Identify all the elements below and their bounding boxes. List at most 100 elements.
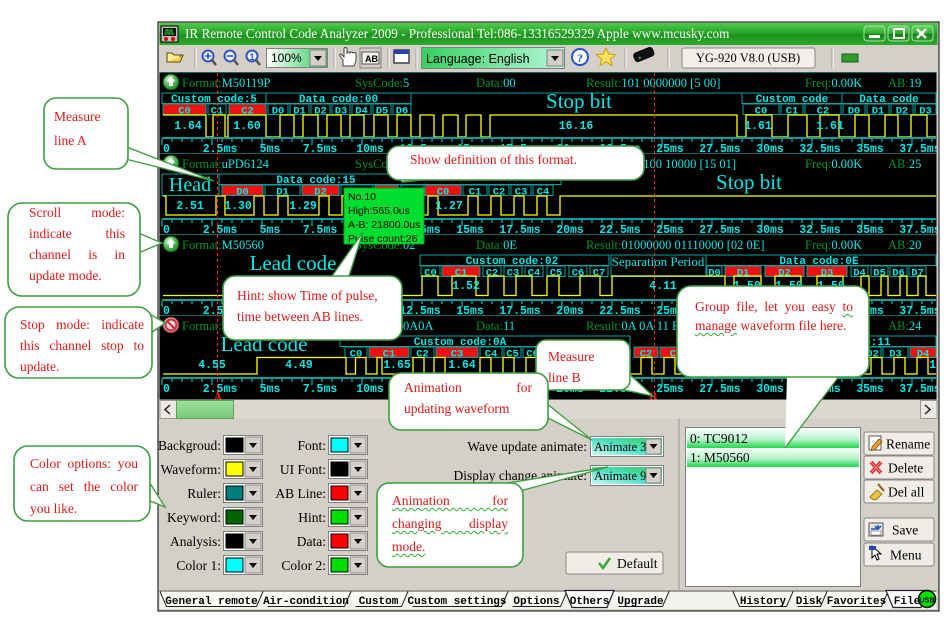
svg-text:30ms: 30ms <box>756 143 784 156</box>
svg-text:D5: D5 <box>873 268 886 280</box>
svg-text:Freq:0.00K: Freq:0.00K <box>805 238 862 252</box>
svg-text:C0: C0 <box>424 268 437 280</box>
svg-text:Format:M50560: Format:M50560 <box>182 238 264 252</box>
svg-text:Separation Period: Separation Period <box>612 254 705 269</box>
svg-text:Custom settings: Custom settings <box>407 596 506 608</box>
svg-text:1: M50560: 1: M50560 <box>690 450 750 465</box>
svg-text:AB:20: AB:20 <box>888 238 921 252</box>
svg-text:C0: C0 <box>755 106 768 118</box>
svg-text:Hint:: Hint: <box>298 510 326 525</box>
svg-text:Backgroud:: Backgroud: <box>158 438 221 453</box>
svg-text:Data:00: Data:00 <box>476 76 516 90</box>
svg-text:D5: D5 <box>376 106 389 118</box>
svg-text:10ms: 10ms <box>356 383 384 396</box>
svg-text:C2: C2 <box>416 349 429 361</box>
svg-text:C7: C7 <box>593 268 606 280</box>
svg-text:D6: D6 <box>892 268 905 280</box>
svg-text:5ms: 5ms <box>260 383 281 396</box>
svg-text:C2: C2 <box>241 106 254 118</box>
svg-text:15ms: 15ms <box>456 305 484 318</box>
svg-text:Waveform:: Waveform: <box>161 462 221 477</box>
svg-text:D1: D1 <box>872 106 885 118</box>
svg-text:C5: C5 <box>506 349 519 361</box>
svg-text:1.30: 1.30 <box>224 200 252 213</box>
svg-text:20ms: 20ms <box>556 305 584 318</box>
svg-text:Data:11: Data:11 <box>476 319 515 333</box>
svg-text:1.52: 1.52 <box>452 280 480 293</box>
svg-text:Delete: Delete <box>888 461 923 476</box>
svg-text:37.5ms: 37.5ms <box>899 383 941 396</box>
svg-text:0: TC9012: 0: TC9012 <box>690 431 748 446</box>
svg-text:D0: D0 <box>708 268 721 280</box>
svg-text:C3: C3 <box>515 187 528 199</box>
svg-text:C3: C3 <box>507 268 520 280</box>
svg-text:0: 0 <box>163 305 170 318</box>
svg-text:USB: USB <box>919 596 935 605</box>
svg-text:37.5ms: 37.5ms <box>899 224 941 237</box>
svg-text:1.29: 1.29 <box>289 200 317 213</box>
svg-text:Rename: Rename <box>886 437 930 452</box>
svg-text:27.5ms: 27.5ms <box>699 143 741 156</box>
svg-text:12.5ms: 12.5ms <box>399 305 441 318</box>
svg-text:27.5ms: 27.5ms <box>699 383 741 396</box>
svg-text:30ms: 30ms <box>756 383 784 396</box>
svg-text:2.51: 2.51 <box>176 200 204 213</box>
svg-text:10ms: 10ms <box>356 143 384 156</box>
svg-text:File: File <box>894 596 921 608</box>
svg-text:1.61: 1.61 <box>816 120 844 133</box>
svg-text:5ms: 5ms <box>260 224 281 237</box>
svg-text:Ruler:: Ruler: <box>187 486 221 501</box>
svg-text:Menu: Menu <box>890 548 922 563</box>
svg-text:0: 0 <box>163 224 170 237</box>
svg-text:D3: D3 <box>919 106 932 118</box>
svg-text:Favorites: Favorites <box>827 596 886 608</box>
svg-text:7.5ms: 7.5ms <box>303 383 338 396</box>
svg-text:2.5ms: 2.5ms <box>203 143 238 156</box>
svg-text:100%: 100% <box>271 51 302 65</box>
svg-text:C2: C2 <box>493 187 506 199</box>
svg-text:5ms: 5ms <box>260 143 281 156</box>
svg-text:32.5ms: 32.5ms <box>799 224 841 237</box>
svg-text:AB:25: AB:25 <box>888 157 921 171</box>
svg-text:C5: C5 <box>550 268 563 280</box>
svg-text:32.5ms: 32.5ms <box>799 143 841 156</box>
svg-text:D0: D0 <box>236 187 249 199</box>
svg-text:AB:24: AB:24 <box>888 319 922 333</box>
svg-text:0: 0 <box>163 143 170 156</box>
svg-text:Disk: Disk <box>796 596 823 608</box>
svg-text:UI Font:: UI Font: <box>280 462 326 477</box>
svg-text:Upgrade: Upgrade <box>617 596 664 608</box>
svg-text:16.16: 16.16 <box>559 120 594 133</box>
svg-text:Data:0E: Data:0E <box>476 238 517 252</box>
svg-text:0: 0 <box>163 383 170 396</box>
svg-text:Data:: Data: <box>297 534 326 549</box>
svg-text:Format:uPD6124: Format:uPD6124 <box>182 157 270 171</box>
svg-text:AB: AB <box>365 54 378 64</box>
svg-text:C1: C1 <box>455 268 468 280</box>
svg-text:Custom: Custom <box>359 596 399 608</box>
svg-text:D3: D3 <box>821 268 834 280</box>
svg-text:35ms: 35ms <box>856 143 884 156</box>
svg-text:Font:: Font: <box>297 438 326 453</box>
svg-text:C2: C2 <box>817 106 830 118</box>
svg-text:Stop bit: Stop bit <box>716 170 782 194</box>
svg-text:Others: Others <box>570 596 610 608</box>
svg-text:Analysis:: Analysis: <box>170 534 221 549</box>
svg-text:Language: English: Language: English <box>426 52 530 66</box>
svg-text:22.5ms: 22.5ms <box>599 224 641 237</box>
svg-text:D3: D3 <box>889 349 902 361</box>
svg-text:Options: Options <box>513 596 559 608</box>
svg-text:IR Remote Control Code Analyze: IR Remote Control Code Analyzer 2009 - P… <box>185 26 730 41</box>
svg-text:C1: C1 <box>469 187 482 199</box>
svg-text:D2: D2 <box>314 106 327 118</box>
svg-text:Color 1:: Color 1: <box>176 558 221 573</box>
svg-text:Freq:0.00K: Freq:0.00K <box>805 76 862 90</box>
svg-text:Default: Default <box>617 556 658 571</box>
svg-text:No.10: No.10 <box>348 191 376 203</box>
svg-text:1.60: 1.60 <box>233 120 261 133</box>
svg-text:1: 1 <box>249 52 254 62</box>
svg-text:1.64: 1.64 <box>174 120 202 133</box>
svg-text:25ms: 25ms <box>656 224 684 237</box>
svg-text:1.61: 1.61 <box>744 120 772 133</box>
svg-text:C0: C0 <box>178 106 191 118</box>
